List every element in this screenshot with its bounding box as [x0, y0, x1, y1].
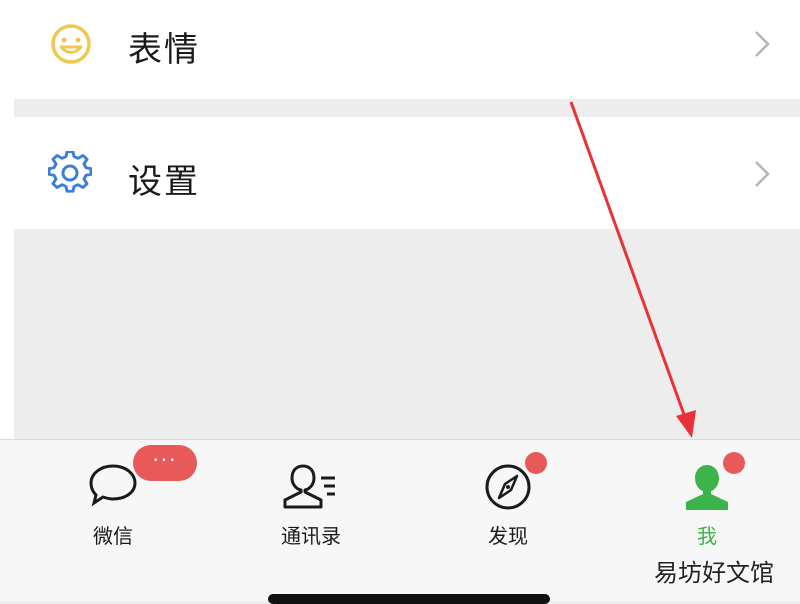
- annotation-arrow: [569, 101, 696, 438]
